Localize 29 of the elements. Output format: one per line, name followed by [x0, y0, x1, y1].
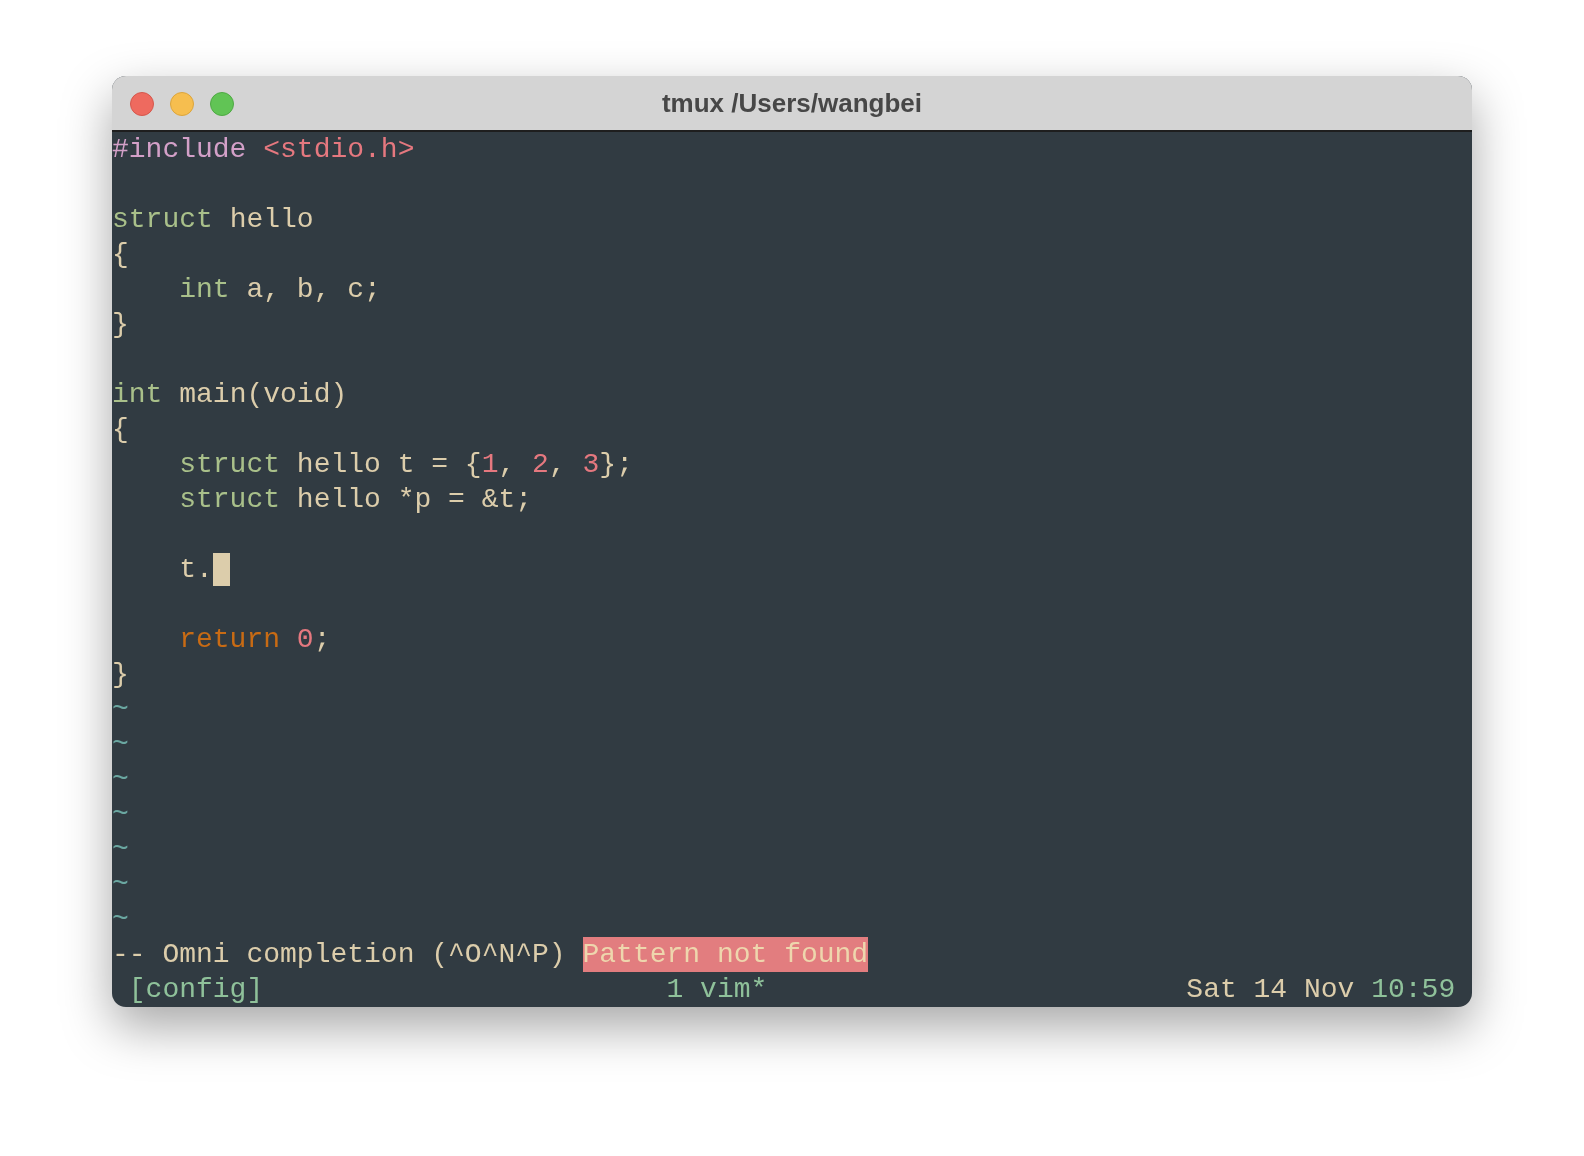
code-line: struct hello [112, 203, 314, 237]
minimize-button[interactable] [170, 92, 194, 116]
error-message: Pattern not found [582, 937, 869, 972]
code-line: t. [179, 553, 213, 587]
zoom-button[interactable] [210, 92, 234, 116]
empty-line-tilde: ~ [112, 868, 129, 902]
status-date: Sat 14 Nov [1186, 973, 1355, 1007]
code-line: struct hello t = {1, 2, 3}; [179, 448, 633, 482]
mode-message: -- Omni completion (^O^N^P) [112, 938, 566, 972]
code-line: int main(void) [112, 378, 348, 412]
code-line: { [112, 238, 129, 272]
empty-line-tilde: ~ [112, 693, 129, 727]
window-title: tmux /Users/wangbei [661, 86, 923, 120]
session-name: [config] [128, 974, 264, 1005]
close-button[interactable] [130, 92, 154, 116]
empty-line-tilde: ~ [112, 833, 129, 867]
code-line: } [112, 308, 129, 342]
empty-line-tilde: ~ [112, 903, 129, 937]
empty-line-tilde: ~ [112, 798, 129, 832]
window-tab[interactable]: 1 vim* [666, 972, 768, 1007]
code-line: #include <stdio.h> [112, 133, 415, 167]
code-line: { [112, 413, 129, 447]
empty-line-tilde: ~ [112, 763, 129, 797]
status-time: 10:59 [1371, 973, 1456, 1007]
code-line: } [112, 658, 129, 692]
empty-line-tilde: ~ [112, 728, 129, 762]
code-line: struct hello *p = &t; [179, 483, 533, 517]
code-line: return 0; [179, 623, 331, 657]
code-line: int a, b, c; [179, 273, 381, 307]
